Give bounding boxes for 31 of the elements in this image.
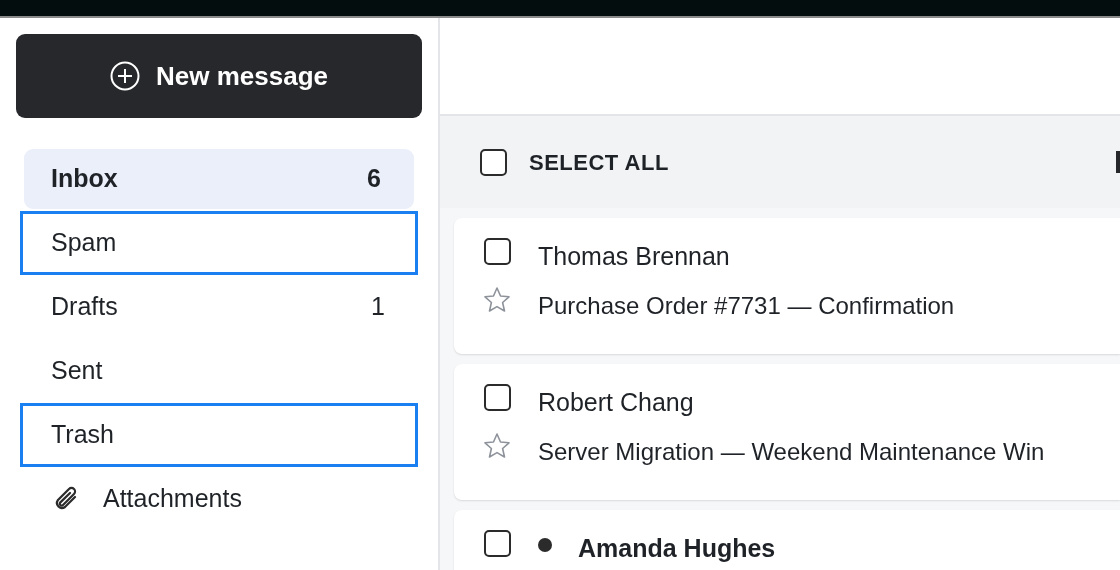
folder-item[interactable]: Spam [20,211,418,275]
unread-count: 6 [367,163,381,195]
folder-item[interactable]: Inbox 6 [24,149,414,209]
plus-circle-icon [110,61,140,91]
folder-item[interactable]: Drafts 1 [20,275,418,339]
folder-item[interactable]: Attachments [20,467,418,531]
message-subject: Server Migration — Weekend Maintenance Win [538,436,1045,467]
folder-item[interactable]: Trash [20,403,418,467]
unread-count: 1 [371,291,385,323]
message-checkbox[interactable] [483,238,511,265]
message-card[interactable]: Amanda Hughes [454,510,1120,570]
folder-label: Sent [51,355,103,387]
message-checkbox[interactable] [483,530,511,557]
folder-label: Inbox [51,163,118,195]
new-message-button[interactable]: New message [16,34,422,118]
message-card[interactable]: Robert Chang Server Migration — Weekend Maintenance Win [454,364,1120,500]
folder-label: Drafts [51,291,118,323]
folder-label: Attachments [103,483,242,515]
folder-label: Spam [51,227,117,259]
sender-name: Amanda Hughes [578,533,776,564]
sender-name: Thomas Brennan [538,241,731,272]
select-all-label: SELECT ALL [529,148,669,177]
message-subject: Purchase Order #7731 — Confirmation [538,290,955,321]
message-card[interactable]: Thomas Brennan Purchase Order #7731 — Confirmation [454,218,1120,354]
folder-label: Trash [51,419,114,451]
star-icon[interactable] [482,285,512,315]
star-icon[interactable] [482,431,512,461]
select-all-checkbox[interactable] [480,148,507,176]
folder-item[interactable]: Sent [20,339,418,403]
sender-name: Robert Chang [538,387,695,418]
message-checkbox[interactable] [483,384,511,411]
